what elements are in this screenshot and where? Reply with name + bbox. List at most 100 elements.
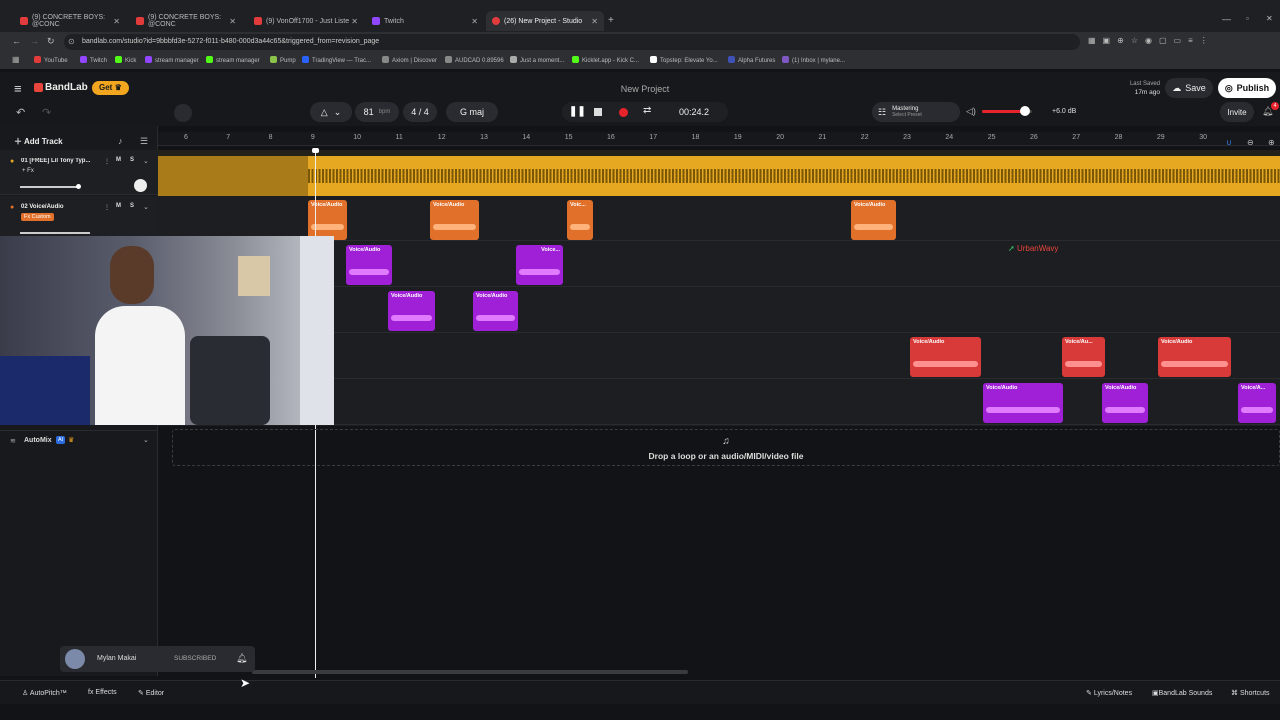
- track-volume-slider[interactable]: [20, 232, 90, 234]
- back-icon[interactable]: ←: [12, 36, 21, 46]
- audio-clip[interactable]: Voice/Audio: [388, 291, 435, 331]
- playhead-handle[interactable]: [312, 148, 319, 153]
- bandlab-sounds-button[interactable]: ▣BandLab Sounds: [1152, 689, 1212, 697]
- minimize-button[interactable]: —: [1222, 14, 1231, 24]
- audio-clip[interactable]: Voice/Audio: [346, 245, 392, 285]
- bell-icon[interactable]: 🔔︎: [236, 653, 247, 664]
- bookmark-item[interactable]: stream manager: [145, 56, 199, 64]
- mastering-button[interactable]: ☷ Mastering Select Preset: [872, 102, 960, 122]
- horizontal-scrollbar[interactable]: [252, 670, 688, 674]
- invite-button[interactable]: Invite: [1220, 102, 1254, 122]
- track-volume-slider[interactable]: [20, 184, 81, 189]
- menu-icon[interactable]: ≡: [14, 81, 22, 96]
- new-tab-button[interactable]: +: [608, 15, 614, 26]
- bookmark-item[interactable]: TradingView — Trac...: [302, 56, 371, 64]
- bpm-field[interactable]: 81 bpm: [355, 102, 399, 122]
- bookmark-item[interactable]: AUDCAD 0.89596: [445, 56, 504, 64]
- speaker-icon[interactable]: ◁): [966, 106, 976, 117]
- save-button[interactable]: ☁ Save: [1165, 78, 1213, 98]
- bookmark-item[interactable]: Axiom | Discover: [382, 56, 437, 64]
- bookmark-item[interactable]: Alpha Futures: [728, 56, 775, 64]
- volume-knob[interactable]: [1019, 106, 1030, 116]
- close-tab-icon[interactable]: ✕: [471, 17, 478, 26]
- close-tab-icon[interactable]: ✕: [113, 17, 120, 26]
- track-header[interactable]: ● 01 [FREE] Lil Tony Typ... + Fx ⋮ M S ⌄: [0, 150, 158, 195]
- track-lane[interactable]: [158, 150, 1280, 196]
- editor-button[interactable]: ✎ Editor: [138, 689, 164, 697]
- slider-knob[interactable]: [76, 184, 81, 189]
- settings-icon[interactable]: ☰: [140, 136, 148, 147]
- bookmark-item[interactable]: Pump: [270, 56, 296, 64]
- mixer-icon[interactable]: [174, 104, 192, 122]
- track-header[interactable]: ● 02 Voice/Audio Fx Custom ⋮ M S ⌄: [0, 196, 158, 241]
- beat-clip[interactable]: [308, 156, 1280, 196]
- browser-tab-active[interactable]: (26) New Project - Studio ✕: [486, 11, 604, 31]
- more-icon[interactable]: ⋮: [104, 158, 110, 165]
- maximize-button[interactable]: ▫: [1246, 14, 1249, 23]
- automix-row[interactable]: ≋ AutoMix AI ♛ ⌄: [0, 430, 158, 450]
- track-name[interactable]: 02 Voice/Audio: [21, 204, 64, 210]
- bookmark-item[interactable]: YouTube: [34, 56, 68, 64]
- bookmark-item[interactable]: Kicklet.app - Kick C...: [572, 56, 639, 64]
- audio-clip[interactable]: Voice/Audio: [983, 383, 1063, 423]
- bookmark-item[interactable]: Kick: [115, 56, 136, 64]
- zoom-in-icon[interactable]: ⊕: [1268, 138, 1275, 147]
- lyrics-notes-button[interactable]: ✎ Lyrics/Notes: [1086, 689, 1132, 697]
- pan-knob[interactable]: [134, 179, 147, 192]
- stop-button[interactable]: [594, 108, 602, 116]
- site-info-icon[interactable]: ⊙: [68, 34, 75, 50]
- tuner-icon[interactable]: ♪: [118, 136, 123, 146]
- track-lane[interactable]: Voice/Audio Voice/Audio Voic... Voice/Au…: [158, 196, 1280, 241]
- browser-tab[interactable]: (9) CONCRETE BOYS: @CONC ✕: [14, 11, 126, 31]
- audio-clip[interactable]: Voice/Audio: [910, 337, 981, 377]
- browser-tab[interactable]: (9) VonOff1700 - Just Liste ✕: [248, 11, 364, 31]
- close-tab-icon[interactable]: ✕: [591, 17, 598, 26]
- fx-preset-badge[interactable]: Fx Custom: [21, 213, 54, 221]
- more-icon[interactable]: ⋮: [104, 204, 110, 211]
- metronome-button[interactable]: △ ⌄: [310, 102, 352, 122]
- mute-button[interactable]: M: [116, 157, 121, 163]
- bookmark-item[interactable]: stream manager: [206, 56, 260, 64]
- drop-zone[interactable]: ♫ Drop a loop or an audio/MIDI/video fil…: [172, 429, 1280, 466]
- undo-icon[interactable]: ↶: [16, 106, 25, 119]
- timeline-ruler[interactable]: 6 7 8 9 10 11 12 13 14 15 16 17 18 19 20 21 22 23 24 25 26 27…: [158, 132, 1280, 146]
- forward-icon[interactable]: →: [30, 36, 39, 46]
- fx-button[interactable]: + Fx: [22, 168, 34, 174]
- audio-clip[interactable]: Voice/Au...: [1062, 337, 1105, 377]
- audio-clip[interactable]: Voice/A...: [1238, 383, 1276, 423]
- browser-tab[interactable]: (9) CONCRETE BOYS: @CONC ✕: [130, 11, 242, 31]
- audio-clip[interactable]: Voice/Audio: [851, 200, 896, 240]
- audio-clip[interactable]: Voice/Audio: [430, 200, 479, 240]
- loop-button[interactable]: ⇄: [643, 105, 651, 116]
- audio-clip[interactable]: Voice/Audio: [1102, 383, 1148, 423]
- redo-icon[interactable]: ↷: [42, 106, 51, 119]
- extension-icons[interactable]: ▦▣⊕☆◉▢▭≡⋮: [1088, 36, 1215, 45]
- chevron-down-icon[interactable]: ⌄: [143, 157, 149, 165]
- solo-button[interactable]: S: [130, 157, 134, 163]
- reload-icon[interactable]: ↻: [47, 36, 55, 47]
- close-tab-icon[interactable]: ✕: [229, 17, 236, 26]
- track-name[interactable]: 01 [FREE] Lil Tony Typ...: [21, 158, 101, 164]
- time-signature-field[interactable]: 4 / 4: [403, 102, 437, 122]
- audio-clip[interactable]: Voice/Audio: [308, 200, 347, 240]
- close-tab-icon[interactable]: ✕: [351, 17, 358, 26]
- key-field[interactable]: G maj: [446, 102, 498, 122]
- subscribe-status[interactable]: SUBSCRIBED: [174, 655, 216, 662]
- audio-clip[interactable]: Voic...: [567, 200, 593, 240]
- audio-clip[interactable]: Voice/Audio: [1158, 337, 1231, 377]
- url-field[interactable]: ⊙ bandlab.com/studio?id=9bbbfd3e-5272-f01…: [64, 34, 1080, 50]
- add-track-button[interactable]: ＋ Add Track: [14, 136, 63, 147]
- apps-icon[interactable]: ▦: [12, 55, 20, 64]
- chevron-down-icon[interactable]: ⌄: [143, 436, 149, 444]
- mute-button[interactable]: M: [116, 203, 121, 209]
- master-volume-slider[interactable]: [982, 106, 1032, 116]
- pause-button[interactable]: ❚❚: [569, 106, 586, 117]
- zoom-out-icon[interactable]: ⊖: [1247, 138, 1254, 147]
- audio-clip[interactable]: Voice...: [516, 245, 563, 285]
- audio-clip[interactable]: Voice/Audio: [473, 291, 518, 331]
- magnet-icon[interactable]: ∪: [1226, 138, 1232, 147]
- bookmark-item[interactable]: Twitch: [80, 56, 107, 64]
- publish-button[interactable]: ◎ Publish: [1218, 78, 1276, 98]
- bookmark-item[interactable]: Topstep: Elevate Yo...: [650, 56, 718, 64]
- close-window-button[interactable]: ✕: [1266, 14, 1273, 23]
